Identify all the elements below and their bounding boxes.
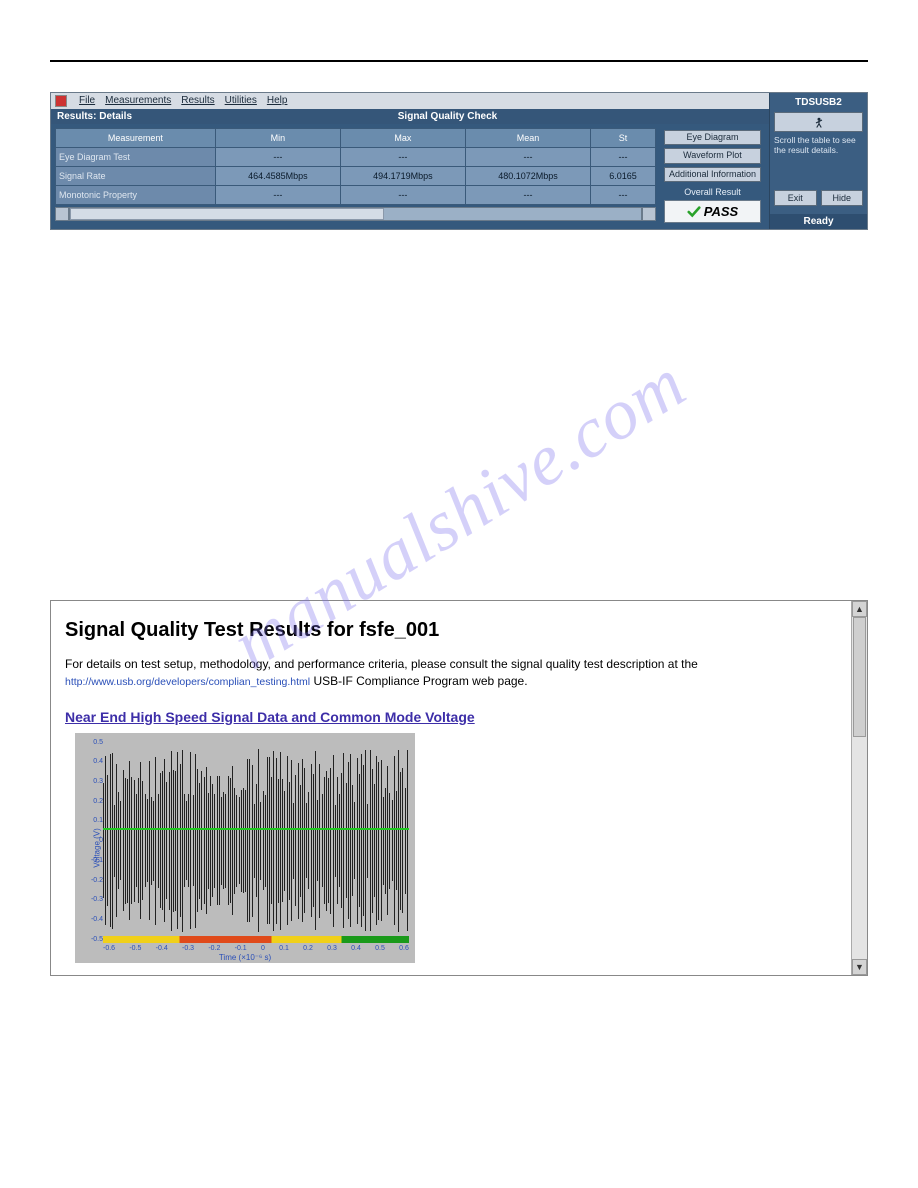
additional-info-button[interactable]: Additional Information	[664, 167, 761, 182]
cell: ---	[215, 186, 340, 205]
cell: 464.4585Mbps	[215, 167, 340, 186]
page-rule	[50, 60, 868, 62]
table-hscroll[interactable]	[55, 207, 656, 221]
menu-file[interactable]: File	[79, 95, 95, 107]
menu-utilities[interactable]: Utilities	[225, 95, 257, 107]
col-measurement: Measurement	[56, 129, 216, 148]
pass-text: PASS	[704, 204, 738, 219]
results-table: Measurement Min Max Mean St Eye Diagram …	[55, 128, 656, 205]
signal-plot: Voltage (V) 0.50.40.30.20.10-0.1-0.2-0.3…	[75, 733, 415, 963]
hide-button[interactable]: Hide	[821, 190, 864, 206]
report-subheading: Near End High Speed Signal Data and Comm…	[65, 709, 837, 725]
toolbar-title: Signal Quality Check	[132, 111, 763, 122]
cell: ---	[340, 148, 465, 167]
compliance-link[interactable]: http://www.usb.org/developers/complian_t…	[65, 676, 310, 688]
status-bar: Ready	[770, 214, 867, 229]
scroll-right-icon[interactable]	[642, 207, 656, 221]
table-row: Signal Rate 464.4585Mbps 494.1719Mbps 48…	[56, 167, 656, 186]
report-panel: Signal Quality Test Results for fsfe_001…	[50, 600, 868, 975]
waveform-plot-button[interactable]: Waveform Plot	[664, 148, 761, 163]
cell: ---	[591, 148, 656, 167]
toolbar: Results: Details Signal Quality Check	[51, 109, 769, 124]
report-intro: For details on test setup, methodology, …	[65, 656, 837, 688]
cell: ---	[465, 148, 590, 167]
right-panel-title: TDSUSB2	[774, 97, 863, 108]
cell: ---	[591, 186, 656, 205]
cell: 480.1072Mbps	[465, 167, 590, 186]
scroll-up-icon[interactable]: ▲	[852, 601, 867, 617]
cell: ---	[465, 186, 590, 205]
col-mean: Mean	[465, 129, 590, 148]
app-icon	[55, 95, 67, 107]
cell: 6.0165	[591, 167, 656, 186]
cell-label: Eye Diagram Test	[56, 148, 216, 167]
run-person-icon	[813, 116, 825, 128]
plot-midline	[103, 828, 409, 830]
report-heading: Signal Quality Test Results for fsfe_001	[65, 619, 837, 642]
overall-result-pass: PASS	[664, 200, 761, 223]
plot-xlabel: Time (×10⁻⁶ s)	[219, 953, 271, 962]
scroll-thumb[interactable]	[853, 617, 866, 736]
col-max: Max	[340, 129, 465, 148]
cell-label: Signal Rate	[56, 167, 216, 186]
col-st: St	[591, 129, 656, 148]
run-button[interactable]	[774, 112, 863, 132]
checkmark-icon	[687, 205, 701, 219]
cell: 494.1719Mbps	[340, 167, 465, 186]
overall-result-label: Overall Result	[664, 187, 761, 197]
col-min: Min	[215, 129, 340, 148]
menubar: File Measurements Results Utilities Help	[51, 93, 769, 109]
menu-help[interactable]: Help	[267, 95, 288, 107]
table-row: Eye Diagram Test --- --- --- ---	[56, 148, 656, 167]
menu-measurements[interactable]: Measurements	[105, 95, 171, 107]
app-window: File Measurements Results Utilities Help…	[50, 92, 868, 230]
table-row: Monotonic Property --- --- --- ---	[56, 186, 656, 205]
scroll-hint: Scroll the table to see the result detai…	[774, 136, 863, 156]
cell-label: Monotonic Property	[56, 186, 216, 205]
cell: ---	[215, 148, 340, 167]
report-vscroll[interactable]: ▲ ▼	[851, 601, 867, 974]
menu-results[interactable]: Results	[181, 95, 214, 107]
exit-button[interactable]: Exit	[774, 190, 817, 206]
eye-diagram-button[interactable]: Eye Diagram	[664, 130, 761, 145]
scroll-left-icon[interactable]	[55, 207, 69, 221]
results-label: Results: Details	[57, 111, 132, 122]
cell: ---	[340, 186, 465, 205]
scroll-thumb[interactable]	[70, 208, 384, 220]
plot-yticks: 0.50.40.30.20.10-0.1-0.2-0.3-0.4-0.5	[89, 739, 103, 943]
plot-xstrip	[103, 936, 409, 943]
scroll-down-icon[interactable]: ▼	[852, 959, 867, 975]
plot-bars	[103, 739, 409, 943]
